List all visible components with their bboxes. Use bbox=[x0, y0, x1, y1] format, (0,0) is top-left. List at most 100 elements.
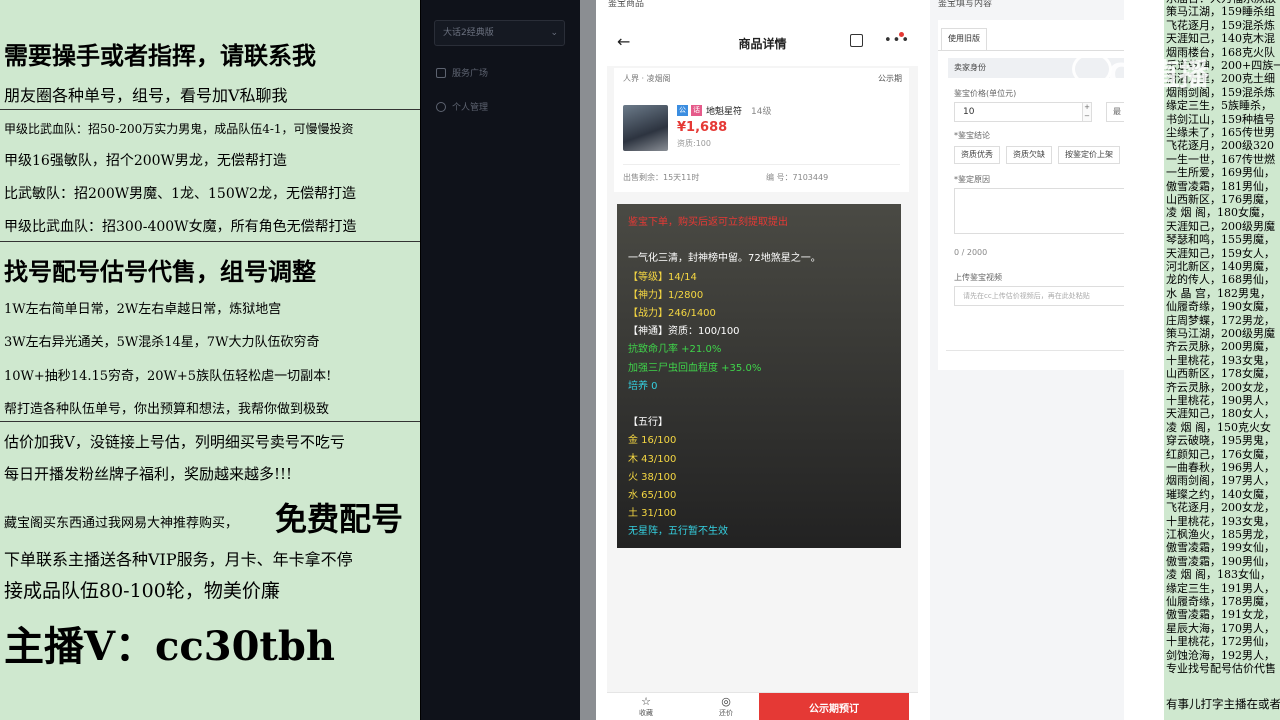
promo-line: 估价加我V，没链接上号估，列明细买号卖号不吃亏 bbox=[4, 433, 345, 451]
upload-label: 上传鉴宝视频 bbox=[954, 273, 1002, 282]
list-item: 书剑江山，159种植号 bbox=[1166, 112, 1275, 126]
type-badge: 话 bbox=[691, 105, 702, 116]
list-item: 十里桃花，193女鬼， bbox=[1166, 514, 1275, 528]
section-title: 鉴宝填写内容 bbox=[938, 0, 993, 9]
item-level: 14级 bbox=[751, 107, 772, 117]
grid-icon bbox=[436, 67, 446, 78]
tab-old-version[interactable]: 使用旧版 bbox=[941, 28, 987, 50]
price-input[interactable]: 10 bbox=[954, 102, 1090, 122]
divider bbox=[0, 241, 420, 242]
promo-line: 接成品队伍80-100轮，物美价廉 bbox=[4, 580, 280, 602]
share-icon[interactable] bbox=[850, 34, 863, 47]
list-item: 天涯知己，200级男魔 bbox=[1166, 219, 1275, 233]
list-item: 一曲春秋，196男人， bbox=[1166, 461, 1275, 474]
list-item: 傲雪凌霜，191女龙， bbox=[1166, 608, 1275, 622]
list-gutter bbox=[1124, 0, 1164, 720]
promo-line: 比武敏队：招200W男魔、1龙、150W2龙，无偿帮打造 bbox=[4, 186, 357, 202]
list-item: 山西新区，176男魔， bbox=[1166, 193, 1275, 206]
user-icon bbox=[436, 101, 446, 112]
promo-line: 10W+抽秒14.15穷奇，20W+5族队伍轻松虐一切副本! bbox=[4, 369, 332, 384]
list-item: 十里桃花，193女鬼， bbox=[1166, 353, 1275, 367]
chevron-down-icon: ⌄ bbox=[550, 28, 558, 38]
list-item: 傲雪凌霜，199女仙， bbox=[1166, 541, 1275, 555]
list-item: 十里桃花，190男人， bbox=[1166, 394, 1275, 407]
list-item: 傲雪凌霜，181男仙， bbox=[1166, 179, 1275, 193]
list-item: 飞花逐月，159混杀炼 bbox=[1166, 18, 1275, 32]
detail-line bbox=[628, 396, 890, 414]
list-item: 十里桃花，172男仙， bbox=[1166, 635, 1275, 649]
promo-line: 朋友圈各种单号，组号，看号加V私聊我 bbox=[4, 86, 288, 105]
list-item: 仙履奇缘，178男魔， bbox=[1166, 595, 1275, 608]
max-button[interactable]: 最 bbox=[1106, 102, 1124, 122]
list-item: 水 晶 宫，182男鬼， bbox=[1166, 286, 1271, 300]
promo-line: 找号配号估号代售，组号调整 bbox=[4, 257, 316, 286]
list-item: 璀璨之约，140女魔， bbox=[1166, 487, 1275, 501]
watermark-text: CC直播 bbox=[1107, 58, 1209, 93]
favorite-label: 收藏 bbox=[639, 709, 653, 717]
item-price: ¥1,688 bbox=[677, 120, 728, 135]
detail-line: 加强三尸虫回血程度 +35.0% bbox=[628, 362, 762, 374]
list-item: 星辰大海，170男人， bbox=[1166, 621, 1275, 635]
sidebar-item-service-square[interactable]: 服务广场 bbox=[436, 66, 488, 79]
price-stepper[interactable]: + − bbox=[1082, 102, 1092, 122]
sidebar-item-personal[interactable]: 个人管理 bbox=[436, 100, 488, 113]
character-thumbnail[interactable] bbox=[623, 105, 668, 151]
bargain-button[interactable]: ◎ 还价 bbox=[719, 695, 733, 718]
chip-good-aptitude[interactable]: 资质优秀 bbox=[954, 146, 1000, 164]
list-item: 烟雨剑阁，197男人， bbox=[1166, 474, 1275, 488]
list-item: 剑蚀沧海，192男人， bbox=[1166, 648, 1275, 662]
reason-textarea[interactable] bbox=[954, 188, 1124, 234]
divider bbox=[623, 164, 900, 165]
preorder-button[interactable]: 公示期预订 bbox=[759, 693, 909, 720]
price-label: 鉴宝价格(单位元) bbox=[954, 89, 1017, 98]
detail-line: 培养 0 bbox=[628, 380, 658, 392]
detail-line: 【战力】246/1400 bbox=[628, 308, 716, 320]
detail-line: 金 16/100 bbox=[628, 435, 677, 447]
list-item: 凌 烟 阁，180女魔， bbox=[1166, 206, 1271, 220]
list-item: 琴瑟和鸣，155男魔， bbox=[1166, 233, 1275, 247]
item-code: 编 号：7103449 bbox=[766, 173, 829, 182]
favorite-button[interactable]: ☆ 收藏 bbox=[639, 695, 653, 718]
list-item: 飞花逐月，200级320 bbox=[1166, 139, 1274, 153]
game-version-select[interactable]: 大话2经典版 ⌄ bbox=[434, 20, 565, 46]
list-item: 天涯知己，180女人， bbox=[1166, 407, 1275, 421]
product-detail-view: ← 商品详情 ••• 人界 · 凌烟阁 公示期 公 话 地魁星符 14级 ¥1,… bbox=[607, 20, 918, 720]
detail-line: 一气化三清，封神榜中留。72地煞星之一。 bbox=[628, 253, 821, 265]
item-detail-box: 鉴宝下单，购买后返可立刻提取提出 一气化三清，封神榜中留。72地煞星之一。 【等级… bbox=[617, 204, 901, 548]
divider-strip bbox=[580, 0, 596, 720]
promo-line: 免费配号 bbox=[275, 500, 404, 538]
list-item: 策马江湖，200级男魔 bbox=[1166, 327, 1275, 340]
detail-line: 木 43/100 bbox=[628, 453, 677, 465]
sidebar-item-label: 个人管理 bbox=[452, 103, 489, 113]
list-item: 策马江湖，159睡杀组 bbox=[1166, 5, 1275, 19]
notification-dot bbox=[899, 32, 904, 37]
list-item: 齐云灵脉，200男魔， bbox=[1166, 340, 1275, 354]
promo-line: 每日开播发粉丝牌子福利，奖励越来越多!!! bbox=[4, 465, 293, 483]
more-icon[interactable]: ••• bbox=[884, 33, 910, 48]
list-item: 江枫渔火，185男龙， bbox=[1166, 528, 1275, 541]
promo-line: 1W左右简单日常，2W左右卓越日常，炼狱地宫 bbox=[4, 302, 282, 317]
promo-line: 甲级比武血队：招300-400W女魔，所有角色无偿帮打造 bbox=[4, 219, 357, 235]
list-item: 红颜知己，176女魔， bbox=[1166, 447, 1275, 461]
sidebar-item-label: 服务广场 bbox=[452, 69, 489, 79]
list-item: 天涯知己，140克木混 bbox=[1166, 32, 1275, 46]
list-item: 仙履奇缘，190女魔， bbox=[1166, 300, 1275, 314]
list-item: 庄周梦蝶，172男龙， bbox=[1166, 313, 1275, 327]
chip-lacking-aptitude[interactable]: 资质欠缺 bbox=[1006, 146, 1052, 164]
list-footer: 有事儿打字主播在或者 bbox=[1166, 697, 1280, 711]
detail-header: ← 商品详情 ••• bbox=[607, 20, 918, 66]
detail-line: 土 31/100 bbox=[628, 508, 677, 520]
bottom-action-bar: ☆ 收藏 ◎ 还价 公示期预订 bbox=[607, 692, 918, 720]
detail-line: 鉴宝下单，购买后返可立刻提取提出 bbox=[628, 217, 788, 228]
chip-list-at-price[interactable]: 按鉴定价上架 bbox=[1058, 146, 1120, 164]
promo-line: 藏宝阁买东西通过我网易大神推荐购买， bbox=[4, 516, 239, 531]
list-item: 缘定三生，191男人， bbox=[1166, 581, 1275, 595]
list-item: 山西新区，178女魔， bbox=[1166, 367, 1275, 381]
conclusion-label: *鉴宝结论 bbox=[954, 131, 990, 140]
promo-line: 3W左右异光通关，5W混杀14星，7W大力队伍砍穷奇 bbox=[4, 335, 320, 350]
public-badge: 公 bbox=[677, 105, 688, 116]
detail-line bbox=[628, 232, 890, 250]
video-link-input[interactable]: 请先在cc上传估价视频后，再在此处粘贴 bbox=[954, 286, 1124, 306]
list-item: 尘缘未了，165传世男 bbox=[1166, 126, 1275, 139]
promo-text-panel: 需要操手或者指挥，请联系我 朋友圈各种单号，组号，看号加V私聊我 甲级比武血队：招5… bbox=[0, 0, 420, 720]
